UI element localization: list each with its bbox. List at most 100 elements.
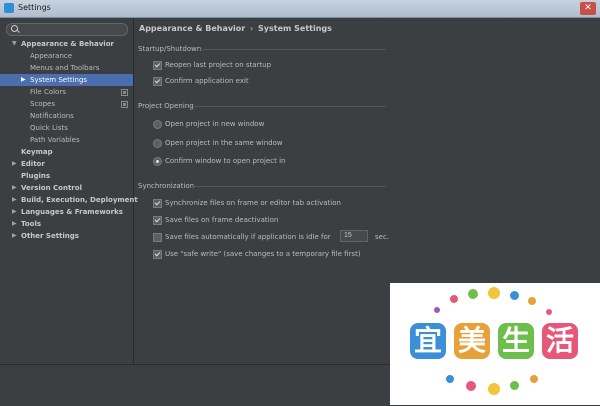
decor-dot — [434, 307, 440, 313]
tree-item-build-execution-deployment[interactable]: ▶ Build, Execution, Deployment — [0, 194, 138, 206]
tree-item-languages-frameworks[interactable]: ▶ Languages & Frameworks — [0, 206, 133, 218]
tree-item-plugins[interactable]: Plugins — [0, 170, 133, 182]
collapsed-arrow-icon[interactable]: ▶ — [21, 74, 26, 86]
collapsed-arrow-icon[interactable]: ▶ — [12, 230, 17, 242]
expanded-arrow-icon[interactable]: ▼ — [12, 38, 17, 50]
tree-item-label: Notifications — [30, 112, 74, 120]
save-on-deactivation-checkbox[interactable] — [153, 216, 162, 225]
watermark-char: 美 — [454, 323, 490, 359]
idle-seconds-input[interactable] — [340, 230, 368, 242]
tree-item-label: System Settings — [30, 76, 88, 84]
decor-dot — [546, 309, 552, 315]
tree-item-label: Scopes — [30, 100, 55, 108]
open-in-same-window-label: Open project in the same window — [165, 139, 283, 147]
confirm-exit-label: Confirm application exit — [165, 77, 249, 85]
reopen-last-project-checkbox[interactable] — [153, 61, 162, 70]
tree-item-label: Other Settings — [21, 232, 79, 240]
watermark-char: 宜 — [410, 323, 446, 359]
open-in-same-window-radio[interactable] — [153, 139, 162, 148]
collapsed-arrow-icon[interactable]: ▶ — [12, 218, 17, 230]
tree-item-other-settings[interactable]: ▶ Other Settings — [0, 230, 133, 242]
decor-dot — [466, 381, 476, 391]
project-opening-section-divider — [194, 106, 386, 107]
tree-item-label: Editor — [21, 160, 45, 168]
tree-item-label: Plugins — [21, 172, 51, 180]
confirm-window-radio[interactable] — [153, 157, 162, 166]
tree-item-label: Keymap — [21, 148, 53, 156]
decor-dot — [510, 291, 519, 300]
project-level-icon — [121, 89, 128, 96]
tree-item-editor[interactable]: ▶ Editor — [0, 158, 133, 170]
startup-section-divider — [200, 49, 386, 50]
watermark-char: 生 — [498, 323, 534, 359]
watermark-characters: 宜 美 生 活 — [410, 323, 582, 363]
tree-item-scopes[interactable]: Scopes — [0, 98, 133, 110]
search-input[interactable] — [21, 24, 121, 35]
tree-item-label: Languages & Frameworks — [21, 208, 123, 216]
tree-item-version-control[interactable]: ▶ Version Control — [0, 182, 133, 194]
tree-item-label: Quick Lists — [30, 124, 68, 132]
collapsed-arrow-icon[interactable]: ▶ — [12, 194, 17, 206]
collapsed-arrow-icon[interactable]: ▶ — [12, 182, 17, 194]
tree-item-appearance-behavior[interactable]: ▼ Appearance & Behavior — [0, 38, 133, 50]
tree-item-label: Menus and Toolbars — [30, 64, 100, 72]
decor-dot — [528, 297, 536, 305]
app-icon — [4, 3, 14, 13]
sync-on-activation-label: Synchronize files on frame or editor tab… — [165, 199, 341, 207]
breadcrumb-separator: › — [250, 24, 254, 33]
title-bar: Settings ✕ — [0, 0, 600, 18]
tree-item-label: Path Variables — [30, 136, 80, 144]
close-icon: ✕ — [584, 3, 592, 13]
sync-on-activation-checkbox[interactable] — [153, 199, 162, 208]
collapsed-arrow-icon[interactable]: ▶ — [12, 158, 17, 170]
breadcrumb: Appearance & Behavior › System Settings — [139, 24, 332, 33]
window-title: Settings — [18, 3, 51, 12]
watermark-char: 活 — [542, 323, 578, 359]
tree-item-keymap[interactable]: Keymap — [0, 146, 133, 158]
breadcrumb-current: System Settings — [258, 24, 332, 33]
tree-item-menus-and-toolbars[interactable]: Menus and Toolbars — [0, 62, 133, 74]
confirm-window-label: Confirm window to open project in — [165, 157, 286, 165]
reopen-last-project-label: Reopen last project on startup — [165, 61, 272, 69]
tree-item-system-settings[interactable]: ▶ System Settings — [0, 74, 133, 86]
tree-item-label: Version Control — [21, 184, 82, 192]
tree-item-tools[interactable]: ▶ Tools — [0, 218, 133, 230]
confirm-exit-checkbox[interactable] — [153, 77, 162, 86]
safe-write-label: Use "safe write" (save changes to a temp… — [165, 250, 361, 258]
tree-item-label: Tools — [21, 220, 42, 228]
tree-item-appearance[interactable]: Appearance — [0, 50, 133, 62]
decor-dot — [468, 289, 478, 299]
project-level-icon — [121, 101, 128, 108]
close-button[interactable]: ✕ — [580, 2, 596, 15]
decor-dot — [450, 295, 458, 303]
watermark-logo: 宜 美 生 活 — [390, 283, 600, 405]
search-icon — [11, 25, 18, 32]
sync-section-title: Synchronization — [138, 182, 195, 190]
decor-dot — [530, 375, 538, 383]
open-in-new-window-label: Open project in new window — [165, 120, 265, 128]
search-box[interactable] — [6, 23, 128, 36]
tree-item-label: Appearance & Behavior — [21, 40, 114, 48]
tree-item-notifications[interactable]: Notifications — [0, 110, 133, 122]
settings-sidebar: ▼ Appearance & Behavior Appearance Menus an… — [0, 18, 138, 364]
startup-section-title: Startup/Shutdown — [138, 45, 202, 53]
open-in-new-window-radio[interactable] — [153, 120, 162, 129]
tree-item-path-variables[interactable]: Path Variables — [0, 134, 133, 146]
project-opening-section-title: Project Opening — [138, 102, 194, 110]
breadcrumb-parent[interactable]: Appearance & Behavior — [139, 24, 245, 33]
auto-save-checkbox[interactable] — [153, 233, 162, 242]
sync-section-divider — [192, 186, 386, 187]
tree-item-file-colors[interactable]: File Colors — [0, 86, 133, 98]
decor-dot — [488, 383, 500, 395]
decor-dot — [446, 375, 454, 383]
decor-dot — [488, 287, 500, 299]
tree-item-quick-lists[interactable]: Quick Lists — [0, 122, 133, 134]
settings-tree: ▼ Appearance & Behavior Appearance Menus an… — [0, 38, 138, 242]
idle-seconds-unit: sec. — [375, 233, 390, 241]
auto-save-label: Save files automatically if application … — [165, 233, 331, 241]
tree-item-label: Build, Execution, Deployment — [21, 196, 138, 204]
save-on-deactivation-label: Save files on frame deactivation — [165, 216, 279, 224]
safe-write-checkbox[interactable] — [153, 250, 162, 259]
collapsed-arrow-icon[interactable]: ▶ — [12, 206, 17, 218]
tree-item-label: Appearance — [30, 52, 73, 60]
